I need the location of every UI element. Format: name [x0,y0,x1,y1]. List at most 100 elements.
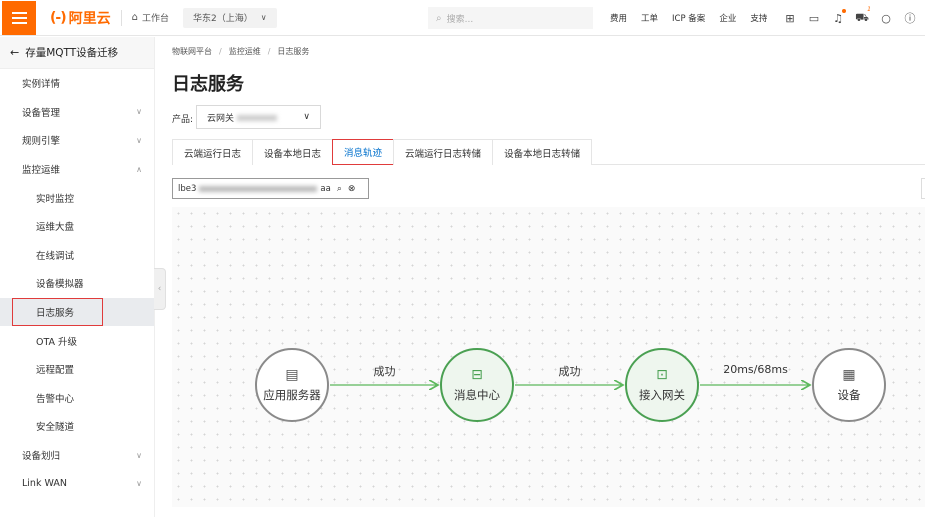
sidebar-item[interactable]: 设备划归 ∨ [0,441,154,470]
sidebar-back-header[interactable]: ← 存量MQTT设备迁移 [0,37,154,69]
chevron-up-icon: ∧ [136,164,142,174]
link-support[interactable]: 支持 [750,12,767,24]
divider [120,9,122,26]
region-label: 华东2（上海） [192,14,253,24]
tab[interactable]: 云端运行日志转储 [393,139,494,165]
sidebar-item[interactable]: 规则引擎 ∨ [0,126,154,155]
sidebar-item-label: 安全隧道 [36,422,75,434]
link-enterprise[interactable]: 企业 [719,12,736,24]
trace-node-label: 应用服务器 [263,388,321,402]
sidebar-item[interactable]: 在线调试 [0,241,154,270]
sidebar-item[interactable]: 实时监控 [0,183,154,212]
sidebar-item-label: 远程配置 [36,365,75,377]
hamburger-menu-button[interactable] [2,0,36,35]
workbench-link[interactable]: ⌂ 工作台 [132,11,169,24]
gateway-icon: ⊡ [656,367,668,383]
product-value: 云网关 [207,113,235,124]
sidebar-item[interactable]: Link WAN ∨ [0,469,154,498]
edge-label: 成功 [373,365,396,378]
log-tabs: 云端运行日志 设备本地日志 消息轨迹 云端运行日志转储 设备本地日志转储 [172,139,925,165]
top-links: 费用 工单 ICP 备案 企业 支持 [610,0,781,36]
trace-node-label: 接入网关 [639,388,685,402]
sidebar-item[interactable]: 运维大盘 [0,212,154,241]
home-icon: ⌂ [131,12,138,23]
brand-name: 阿里云 [68,10,111,27]
region-selector[interactable]: 华东2（上海） ∨ [182,7,277,28]
tab[interactable]: 云端运行日志 [172,139,254,165]
aliyun-logo[interactable]: (-) 阿里云 [50,8,111,28]
server-icon: ▤ [285,367,299,383]
link-icp[interactable]: ICP 备案 [672,12,705,24]
sidebar-item-label: 监控运维 [22,165,61,177]
trace-id-input[interactable]: lbe3 aa ⌕ ⊗ [172,178,369,199]
sidebar-item-label: 实时监控 [36,193,75,205]
message-center-icon: ⊟ [471,367,483,383]
message-trace-canvas: 成功 成功 20ms/68ms ▤ 应用服务器 ⊟ 消息中心 ⊡ 接入网关 ▦ 设备 [172,207,925,507]
highlight-box [12,297,103,326]
help-icon[interactable]: ⓘ [898,10,922,26]
tab[interactable]: 设备本地日志转储 [492,139,593,165]
sidebar-item-label: 规则引擎 [22,136,61,148]
sidebar-item[interactable]: OTA 升级 [0,326,154,355]
sidebar-item[interactable]: 设备管理 ∨ [0,98,154,127]
sidebar-item[interactable]: 安全隧道 [0,412,154,441]
workbench-label: 工作台 [141,14,169,24]
search-icon: ⌕ [436,12,442,24]
redacted-text [237,115,278,121]
link-tickets[interactable]: 工单 [641,12,658,24]
sidebar-item[interactable]: 日志服务 [0,297,154,327]
tab[interactable]: 消息轨迹 [332,139,395,165]
terminal-icon[interactable]: ⊞ [778,12,802,25]
top-icons: ⊞ ▭ ♫ ⛟ 1 ○ ⓘ [778,0,922,36]
chevron-down-icon: ∨ [303,112,310,122]
trace-node-label: 设备 [837,388,861,402]
chevron-down-icon: ∨ [136,135,142,145]
sidebar-item-label: 在线调试 [36,250,75,262]
sidebar-item-label: 设备管理 [22,107,61,119]
trace-node-label: 消息中心 [454,388,500,402]
main-content: 物联网平台 / 监控运维 / 日志服务 日志服务 产品: 云网关 ∨ 云端运行日志 设备本… [156,37,925,517]
page-title: 日志服务 [172,74,244,95]
search-placeholder: 搜索... [446,14,474,25]
query-suffix: aa [320,183,331,194]
product-select[interactable]: 云网关 ∨ [196,105,321,129]
sidebar-item-label: 设备划归 [22,451,61,463]
sidebar-item-label: 设备模拟器 [36,279,84,291]
trace-node[interactable]: ▤ 应用服务器 [255,348,329,422]
trace-node[interactable]: ⊡ 接入网关 [625,348,699,422]
redacted-text [199,185,318,192]
product-label: 产品: [172,115,194,125]
edge-label: 20ms/68ms [723,363,788,376]
sidebar-item[interactable]: 远程配置 [0,355,154,384]
breadcrumb-item[interactable]: 监控运维 [229,47,261,56]
sidebar-item-label: Link WAN [22,478,67,490]
edge-label: 成功 [558,365,581,378]
chevron-down-icon: ∨ [136,450,142,460]
link-fees[interactable]: 费用 [610,12,627,24]
search-icon[interactable]: ⌕ [337,184,342,194]
chevron-down-icon: ∨ [260,13,267,22]
tab[interactable]: 设备本地日志 [252,139,334,165]
sidebar-item-label: 实例详情 [22,79,61,91]
sidebar-item[interactable]: 告警中心 [0,384,154,413]
sidebar-item-label: 运维大盘 [36,222,75,234]
lightbulb-icon[interactable]: ○ [874,12,898,25]
sidebar-item[interactable]: 监控运维 ∧ [0,155,154,184]
sidebar-item[interactable]: 实例详情 [0,69,154,98]
arrow-left-icon: ← [10,46,20,59]
sidebar-title: 存量MQTT设备迁移 [25,47,119,59]
breadcrumb: 物联网平台 / 监控运维 / 日志服务 [172,47,310,56]
sidebar-item-label: OTA 升级 [36,336,78,348]
sidebar-item[interactable]: 设备模拟器 [0,269,154,298]
cart-badge: 1 [867,5,871,13]
clear-icon[interactable]: ⊗ [348,184,356,194]
bell-icon[interactable]: ♫ [826,8,850,25]
search-input[interactable]: ⌕ 搜索... [428,7,593,29]
notification-dot [842,8,846,13]
trace-node[interactable]: ▦ 设备 [812,348,886,422]
trace-node[interactable]: ⊟ 消息中心 [440,348,514,422]
screen-icon[interactable]: ▭ [802,12,826,25]
cart-icon[interactable]: ⛟ 1 [850,6,874,26]
panel-edge [921,178,925,199]
breadcrumb-item[interactable]: 物联网平台 [172,47,212,56]
